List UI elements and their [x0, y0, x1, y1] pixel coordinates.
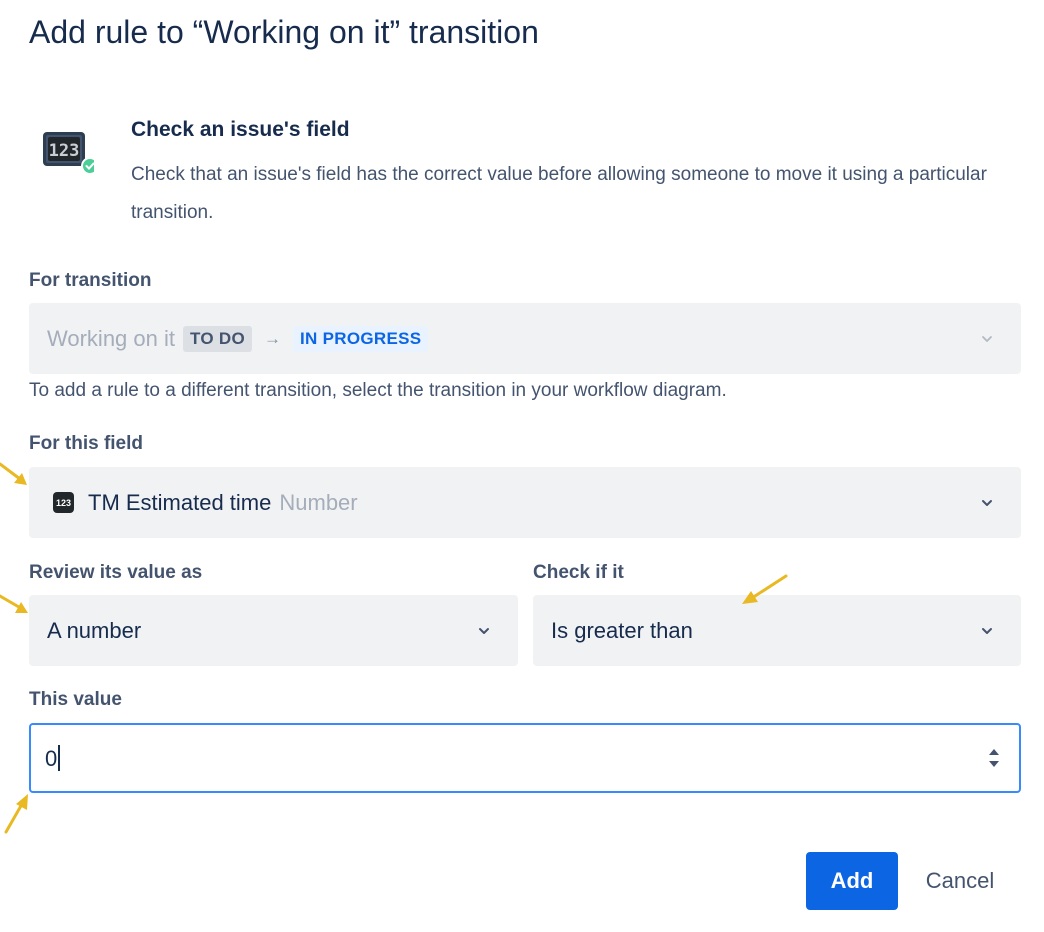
this-value-text: 0 — [45, 745, 60, 772]
check-if-label: Check if it — [533, 562, 624, 583]
chevron-down-icon — [982, 499, 992, 506]
annotation-arrow-icon — [4, 794, 28, 834]
number-spinner-icon[interactable] — [987, 745, 1001, 771]
arrow-right-icon: → — [264, 328, 282, 348]
svg-text:123: 123 — [49, 141, 80, 161]
for-transition-label: For transition — [29, 270, 152, 291]
add-button[interactable]: Add — [806, 852, 898, 910]
chevron-down-icon — [982, 627, 992, 634]
transition-name: Working on it — [47, 325, 175, 351]
cancel-button[interactable]: Cancel — [906, 852, 1014, 910]
status-lozenge-todo: TO DO — [182, 325, 253, 352]
review-as-value: A number — [47, 617, 142, 643]
add-rule-dialog: Add rule to “Working on it” transition 1… — [0, 0, 1044, 932]
this-value-input[interactable]: 0 — [29, 723, 1021, 793]
annotation-arrow-icon — [742, 574, 788, 604]
status-lozenge-in-progress: IN PROGRESS — [293, 325, 429, 352]
number-field-icon: 123 — [53, 492, 74, 513]
annotation-arrow-icon — [0, 594, 28, 613]
field-type: Number — [279, 489, 358, 515]
annotation-arrow-icon — [0, 462, 27, 485]
rule-description: Check that an issue's field has the corr… — [131, 164, 987, 223]
chevron-down-icon — [982, 335, 992, 342]
text-caret — [58, 745, 60, 771]
calculator-check-icon: 123 — [42, 130, 99, 176]
dialog-title: Add rule to “Working on it” transition — [29, 14, 539, 50]
chevron-down-icon — [479, 627, 489, 634]
field-name: TM Estimated time — [88, 489, 272, 515]
field-select[interactable]: 123 TM Estimated time Number — [29, 467, 1021, 538]
check-condition-value: Is greater than — [551, 617, 693, 643]
rule-title: Check an issue's field — [131, 118, 350, 141]
this-value-label: This value — [29, 689, 122, 710]
review-as-select[interactable]: A number — [29, 595, 518, 666]
for-this-field-label: For this field — [29, 433, 143, 454]
review-value-label: Review its value as — [29, 562, 203, 583]
transition-helper-text: To add a rule to a different transition,… — [29, 380, 727, 401]
transition-select: Working on it TO DO → IN PROGRESS — [29, 303, 1021, 374]
